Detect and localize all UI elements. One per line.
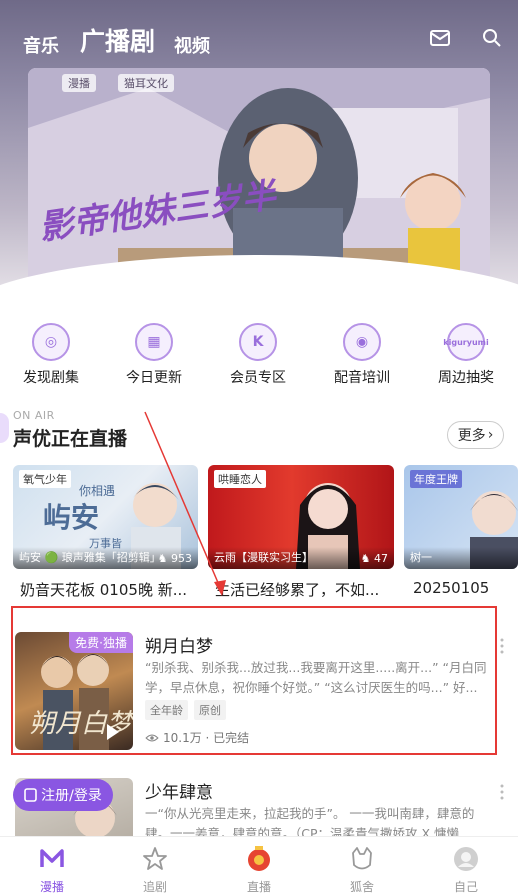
- tab-manbo[interactable]: 漫播: [22, 845, 82, 893]
- fox-icon: [352, 847, 372, 870]
- star-icon: [143, 847, 167, 870]
- tab-label: 狐舍: [349, 880, 374, 893]
- tab-label: 追剧: [142, 880, 167, 893]
- tab-label: 自己: [453, 880, 478, 893]
- avatar-icon: [454, 847, 478, 871]
- annotation-arrow: [144, 411, 226, 596]
- tab-label: 直播: [246, 880, 271, 893]
- live-lantern-icon: [248, 846, 270, 871]
- tab-follow[interactable]: 追剧: [125, 845, 185, 893]
- tab-live[interactable]: 直播: [229, 845, 289, 893]
- manbo-icon: [40, 849, 64, 867]
- tab-fox-house[interactable]: 狐舍: [332, 845, 392, 893]
- bottom-tab-bar: 漫播 追剧 直播 狐舍 自己: [0, 836, 518, 893]
- app-screen: 漫播 猫耳文化 影帝他妹三岁半 音乐 广播剧 视频 ◎ 发现剧集 ▦ 今日更新 …: [0, 0, 518, 893]
- tab-me[interactable]: 自己: [436, 845, 496, 893]
- tab-label: 漫播: [39, 880, 64, 893]
